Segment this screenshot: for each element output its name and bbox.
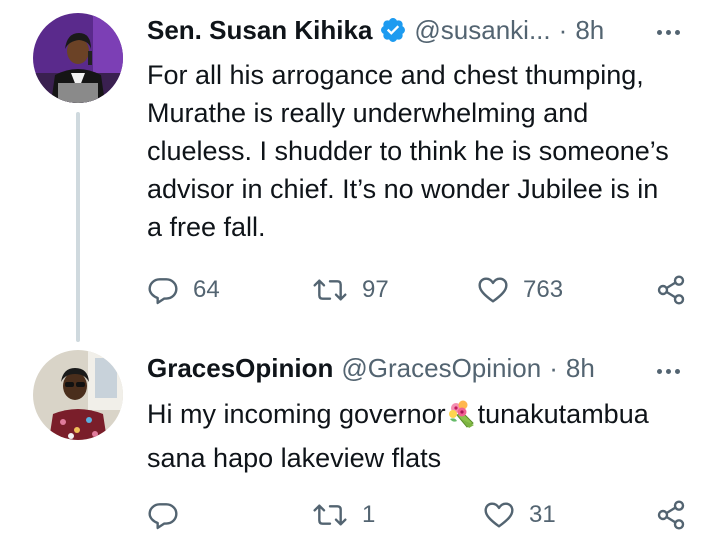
- tweet-text-line: sana hapo lakeview flats: [147, 443, 442, 473]
- more-options-icon[interactable]: [657, 369, 680, 374]
- retweet-icon: [313, 279, 347, 301]
- timestamp[interactable]: 8h: [575, 15, 604, 45]
- tweet-2-text: Hi my incoming governor tunakutambua san…: [147, 395, 649, 477]
- retweet-count: 1: [362, 501, 376, 528]
- bouquet-icon: [447, 399, 477, 439]
- tweet-1-text: For all his arrogance and chest thumping…: [147, 56, 669, 246]
- separator: ·: [558, 15, 568, 45]
- like-button[interactable]: 763: [477, 274, 563, 306]
- like-count: 763: [523, 276, 564, 303]
- tweet-text-line: Hi my incoming governor tunakutambua: [147, 395, 649, 439]
- tweet-text-line: a free fall.: [147, 212, 266, 242]
- retweet-count: 97: [362, 276, 389, 303]
- heart-icon: [478, 277, 508, 303]
- like-count: 31: [529, 501, 556, 528]
- thread-line: [76, 112, 80, 342]
- share-icon: [657, 275, 685, 305]
- display-name[interactable]: Sen. Susan Kihika: [147, 15, 372, 45]
- avatar-susan-kihika[interactable]: [33, 13, 123, 103]
- share-button[interactable]: [655, 499, 687, 531]
- tweet-1-actions: 64 97 763: [147, 270, 692, 310]
- tweet-text-line: For all his arrogance and chest thumping…: [147, 60, 644, 90]
- share-icon: [657, 500, 685, 530]
- reply-count: 64: [193, 276, 220, 303]
- tweet-1-header: Sen. Susan Kihika @susanki... · 8h: [147, 15, 604, 45]
- retweet-button[interactable]: 97: [312, 274, 389, 306]
- retweet-button[interactable]: 1: [312, 499, 375, 531]
- tweet-2-actions: 1 31: [147, 495, 692, 535]
- reply-button[interactable]: [147, 499, 193, 531]
- tweet-text-part: Hi my incoming governor: [147, 399, 446, 429]
- display-name[interactable]: GracesOpinion: [147, 353, 333, 383]
- tweet-text-part: tunakutambua: [477, 399, 649, 429]
- retweet-icon: [313, 504, 347, 526]
- reply-icon: [148, 278, 178, 305]
- tweet-text-line: advisor in chief. It’s no wonder Jubilee…: [147, 174, 659, 204]
- handle[interactable]: @susanki...: [414, 15, 550, 45]
- reply-icon: [148, 503, 178, 530]
- share-button[interactable]: [655, 274, 687, 306]
- tweet-text-line: clueless. I shudder to think he is someo…: [147, 136, 669, 166]
- reply-button[interactable]: 64: [147, 274, 220, 306]
- heart-icon: [484, 502, 514, 528]
- separator: ·: [549, 353, 558, 383]
- more-options-icon[interactable]: [657, 30, 680, 35]
- handle[interactable]: @GracesOpinion: [341, 353, 541, 383]
- tweet-text-line: Murathe is really underwhelming and: [147, 98, 589, 128]
- avatar-gracesopinion[interactable]: [33, 350, 123, 440]
- like-button[interactable]: 31: [483, 499, 556, 531]
- timestamp[interactable]: 8h: [566, 353, 595, 383]
- tweet-2-header: GracesOpinion @GracesOpinion · 8h: [147, 353, 595, 383]
- verified-badge-icon: [379, 16, 407, 44]
